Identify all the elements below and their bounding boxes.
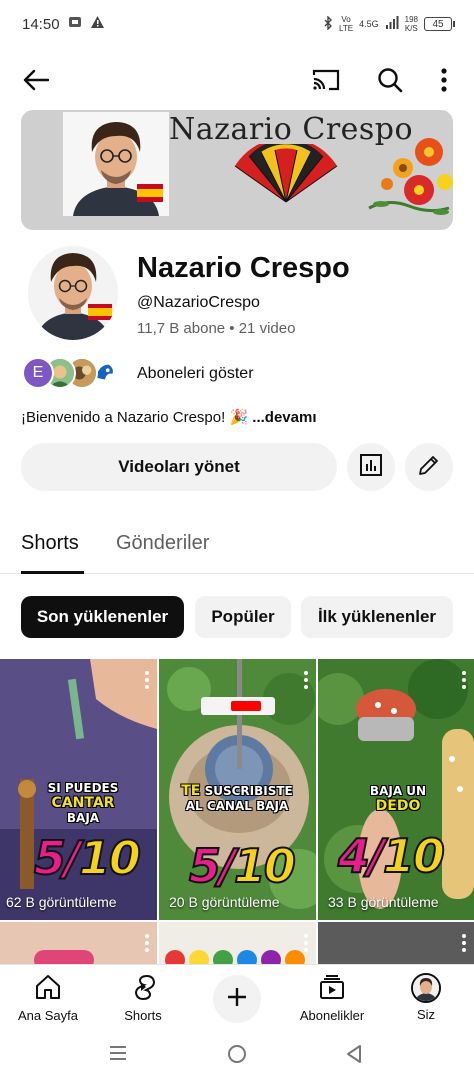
- short-video-tile[interactable]: TE SUSCRIBISTE AL CANAL BAJA 5/10 20 B g…: [159, 659, 316, 920]
- status-bar: 14:50 Vo LTE 4.5G 198 K/S 45: [0, 0, 474, 48]
- short-views: 33 B görüntüleme: [328, 894, 439, 910]
- create-button[interactable]: [213, 975, 261, 1023]
- channel-tabs: Shorts Gönderiler: [0, 520, 474, 574]
- system-navigation-bar: [0, 1030, 474, 1080]
- short-video-tile[interactable]: SI PUEDES CANTAR BAJA 5/10 62 B görüntül…: [0, 659, 157, 920]
- notification-app-icon: [68, 15, 82, 33]
- avatar: [411, 973, 441, 1003]
- network-type: 4.5G: [359, 19, 379, 29]
- short-caption: BAJA UN DEDO: [369, 784, 427, 814]
- tab-shorts[interactable]: Shorts: [21, 532, 79, 555]
- subscriber-avatars[interactable]: E: [22, 356, 120, 390]
- short-more-icon[interactable]: [462, 934, 466, 955]
- short-views: 20 B görüntüleme: [169, 894, 280, 910]
- cast-icon[interactable]: [308, 62, 344, 98]
- warning-icon: [90, 15, 105, 33]
- manage-videos-button[interactable]: Videoları yönet: [21, 443, 337, 491]
- nav-subscriptions-label: Abonelikler: [299, 1008, 365, 1023]
- analytics-button[interactable]: [347, 443, 395, 491]
- bluetooth-icon: [323, 15, 333, 32]
- chip-oldest[interactable]: İlk yüklenenler: [301, 596, 453, 638]
- short-more-icon[interactable]: [462, 671, 466, 692]
- show-subscribers-link[interactable]: Aboneleri göster: [137, 365, 254, 383]
- back-triangle-icon[interactable]: [344, 1043, 364, 1070]
- bottom-navigation: Ana Sayfa Shorts Abonelikler Siz: [0, 964, 474, 1030]
- network-speed: 198 K/S: [404, 15, 418, 33]
- channel-description[interactable]: ¡Bienvenido a Nazario Crespo! 🎉 ...devam…: [21, 408, 317, 426]
- short-video-tile[interactable]: [159, 922, 316, 964]
- nav-you[interactable]: Siz: [406, 973, 446, 1022]
- short-video-tile[interactable]: [318, 922, 474, 964]
- analytics-icon: [359, 453, 383, 482]
- status-time: 14:50: [22, 15, 60, 33]
- channel-avatar[interactable]: [28, 246, 118, 340]
- shorts-icon: [129, 973, 157, 1004]
- channel-banner: Nazario Crespo: [21, 110, 453, 230]
- home-circle-icon[interactable]: [226, 1043, 248, 1070]
- short-thumbnail: [34, 950, 94, 964]
- short-more-icon[interactable]: [145, 934, 149, 955]
- home-icon: [34, 973, 62, 1004]
- nav-shorts-label: Shorts: [124, 1008, 162, 1023]
- short-video-tile[interactable]: BAJA UN DEDO 4/10 33 B görüntüleme: [318, 659, 474, 920]
- short-video-tile[interactable]: [0, 922, 157, 964]
- description-more-link[interactable]: ...devamı: [252, 409, 316, 426]
- short-score-overlay: 5/10: [188, 838, 297, 894]
- app-bar: [0, 52, 474, 108]
- short-caption: SI PUEDES CANTAR BAJA: [47, 781, 119, 825]
- nav-shorts[interactable]: Shorts: [118, 973, 168, 1023]
- subscriptions-icon: [318, 973, 346, 1004]
- recents-menu-icon[interactable]: [108, 1043, 128, 1068]
- tab-posts[interactable]: Gönderiler: [116, 532, 209, 555]
- short-thumbnail: [165, 950, 305, 964]
- nav-you-label: Siz: [416, 1007, 436, 1022]
- nav-home-label: Ana Sayfa: [18, 1008, 78, 1023]
- active-tab-indicator: [21, 571, 84, 574]
- banner-portrait-image: [63, 112, 169, 216]
- chip-popular[interactable]: Popüler: [195, 596, 291, 638]
- short-more-icon[interactable]: [145, 671, 149, 692]
- signal-icon: [385, 16, 399, 32]
- channel-handle: @NazarioCrespo: [137, 294, 260, 311]
- short-score-overlay: 4/10: [337, 828, 446, 884]
- nav-home[interactable]: Ana Sayfa: [18, 973, 78, 1023]
- short-more-icon[interactable]: [304, 671, 308, 692]
- pencil-icon: [417, 453, 441, 482]
- more-vert-icon[interactable]: [426, 62, 462, 98]
- description-text: ¡Bienvenido a Nazario Crespo! 🎉: [21, 409, 249, 426]
- subscriber-avatar: E: [22, 357, 54, 389]
- back-arrow-icon[interactable]: [18, 62, 54, 98]
- channel-stats: 11,7 B abone • 21 video: [137, 320, 296, 337]
- chip-latest[interactable]: Son yüklenenler: [21, 596, 184, 638]
- short-more-icon[interactable]: [304, 934, 308, 955]
- search-icon[interactable]: [372, 62, 408, 98]
- fan-decoration-image: [231, 137, 341, 209]
- short-views: 62 B görüntüleme: [6, 894, 117, 910]
- battery-indicator: 45: [424, 17, 455, 31]
- edit-channel-button[interactable]: [405, 443, 453, 491]
- short-caption: TE SUSCRIBISTE AL CANAL BAJA: [181, 783, 293, 814]
- short-score-overlay: 5/10: [33, 830, 142, 886]
- flowers-decoration-image: [359, 128, 453, 230]
- volte-indicator: Vo LTE: [339, 15, 354, 33]
- plus-icon: [225, 985, 249, 1014]
- nav-subscriptions[interactable]: Abonelikler: [296, 973, 368, 1023]
- channel-name: Nazario Crespo: [137, 252, 350, 284]
